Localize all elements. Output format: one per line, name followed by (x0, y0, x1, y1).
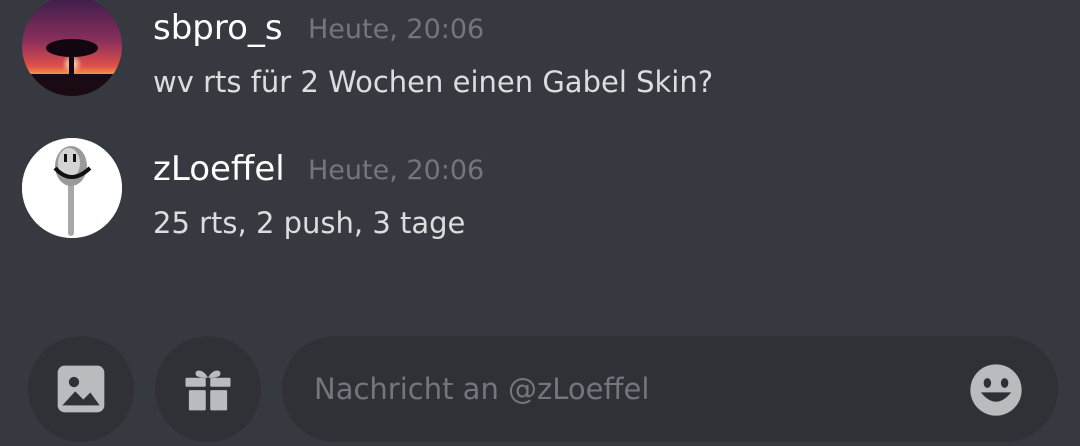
message-text: wv rts für 2 Wochen einen Gabel Skin? (153, 65, 714, 99)
message-input[interactable] (314, 336, 954, 442)
message-username[interactable]: zLoeffel (153, 149, 285, 189)
message-timestamp: Heute, 20:06 (308, 155, 485, 186)
message-username[interactable]: sbpro_s (153, 8, 283, 48)
message-composer (282, 336, 1058, 442)
gift-icon (185, 370, 231, 411)
avatar-sbpro-s[interactable] (22, 0, 122, 96)
message-text: 25 rts, 2 push, 3 tage (153, 206, 466, 240)
attach-image-button[interactable] (28, 336, 134, 442)
chat-view: sbpro_s Heute, 20:06 wv rts für 2 Wochen… (0, 0, 1080, 446)
emoji-icon (970, 364, 1022, 416)
message-timestamp: Heute, 20:06 (308, 14, 485, 45)
avatar-zloeffel[interactable] (22, 138, 122, 238)
gift-button[interactable] (155, 336, 261, 442)
emoji-button[interactable] (968, 362, 1024, 418)
image-icon (57, 365, 105, 413)
